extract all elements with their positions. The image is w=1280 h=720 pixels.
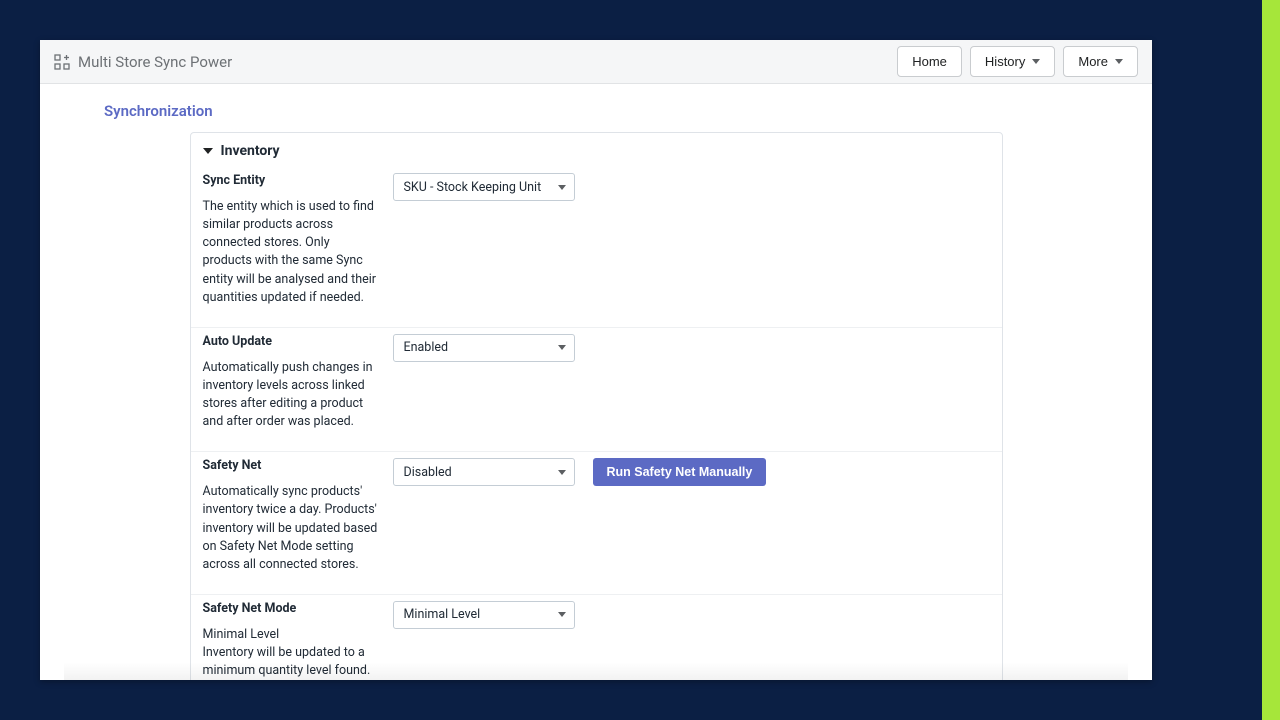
history-button[interactable]: History [970,46,1055,77]
safety-net-value: Disabled [404,465,452,480]
chevron-down-icon [558,612,566,617]
inventory-panel: Inventory Sync Entity The entity which i… [190,132,1003,680]
row-safety-net: Safety Net Automatically sync products' … [191,452,1002,595]
decorative-green-stripe [1262,0,1280,720]
sync-entity-label: Sync Entity [203,173,381,188]
sync-entity-value: SKU - Stock Keeping Unit [404,180,542,195]
auto-update-desc: Automatically push changes in inventory … [203,359,381,432]
auto-update-label: Auto Update [203,334,381,349]
safety-net-mode-select[interactable]: Minimal Level [393,601,575,629]
row-sync-entity: Sync Entity The entity which is used to … [191,167,1002,328]
more-button[interactable]: More [1063,46,1138,77]
inventory-panel-title: Inventory [221,143,280,159]
safety-net-desc: Automatically sync products' inventory t… [203,483,381,574]
chevron-down-icon [1115,59,1123,64]
safety-net-mode-desc1-title: Minimal Level [203,627,280,642]
safety-net-select[interactable]: Disabled [393,458,575,486]
content-area: Synchronization Inventory Sync Entity Th… [40,84,1152,680]
row-auto-update: Auto Update Automatically push changes i… [191,328,1002,453]
app-logo: Multi Store Sync Power [54,53,232,71]
chevron-down-icon [558,185,566,190]
inventory-panel-header[interactable]: Inventory [191,133,1002,167]
app-window: Multi Store Sync Power Home History More… [40,40,1152,680]
safety-net-label: Safety Net [203,458,381,473]
app-name-text: Multi Store Sync Power [78,53,232,71]
safety-net-mode-value: Minimal Level [404,607,481,622]
history-button-label: History [985,54,1025,69]
sync-entity-select[interactable]: SKU - Stock Keeping Unit [393,173,575,201]
chevron-down-icon [558,345,566,350]
safety-net-mode-desc1: Minimal Level Inventory will be updated … [203,626,381,680]
chevron-down-icon [1032,59,1040,64]
safety-net-mode-label: Safety Net Mode [203,601,381,616]
chevron-down-icon [558,470,566,475]
auto-update-select[interactable]: Enabled [393,334,575,362]
outer-background: Multi Store Sync Power Home History More… [0,0,1280,720]
app-grid-icon [54,54,70,70]
home-button-label: Home [912,54,947,69]
top-bar: Multi Store Sync Power Home History More [40,40,1152,84]
safety-net-mode-desc1-body: Inventory will be updated to a minimum q… [203,645,371,678]
sync-entity-desc: The entity which is used to find similar… [203,198,381,307]
more-button-label: More [1078,54,1108,69]
chevron-down-icon [203,148,213,154]
page-title: Synchronization [104,102,1152,120]
run-safety-net-button-label: Run Safety Net Manually [607,465,753,479]
home-button[interactable]: Home [897,46,962,77]
auto-update-value: Enabled [404,340,449,355]
run-safety-net-button[interactable]: Run Safety Net Manually [593,458,767,486]
row-safety-net-mode: Safety Net Mode Minimal Level Inventory … [191,595,1002,680]
